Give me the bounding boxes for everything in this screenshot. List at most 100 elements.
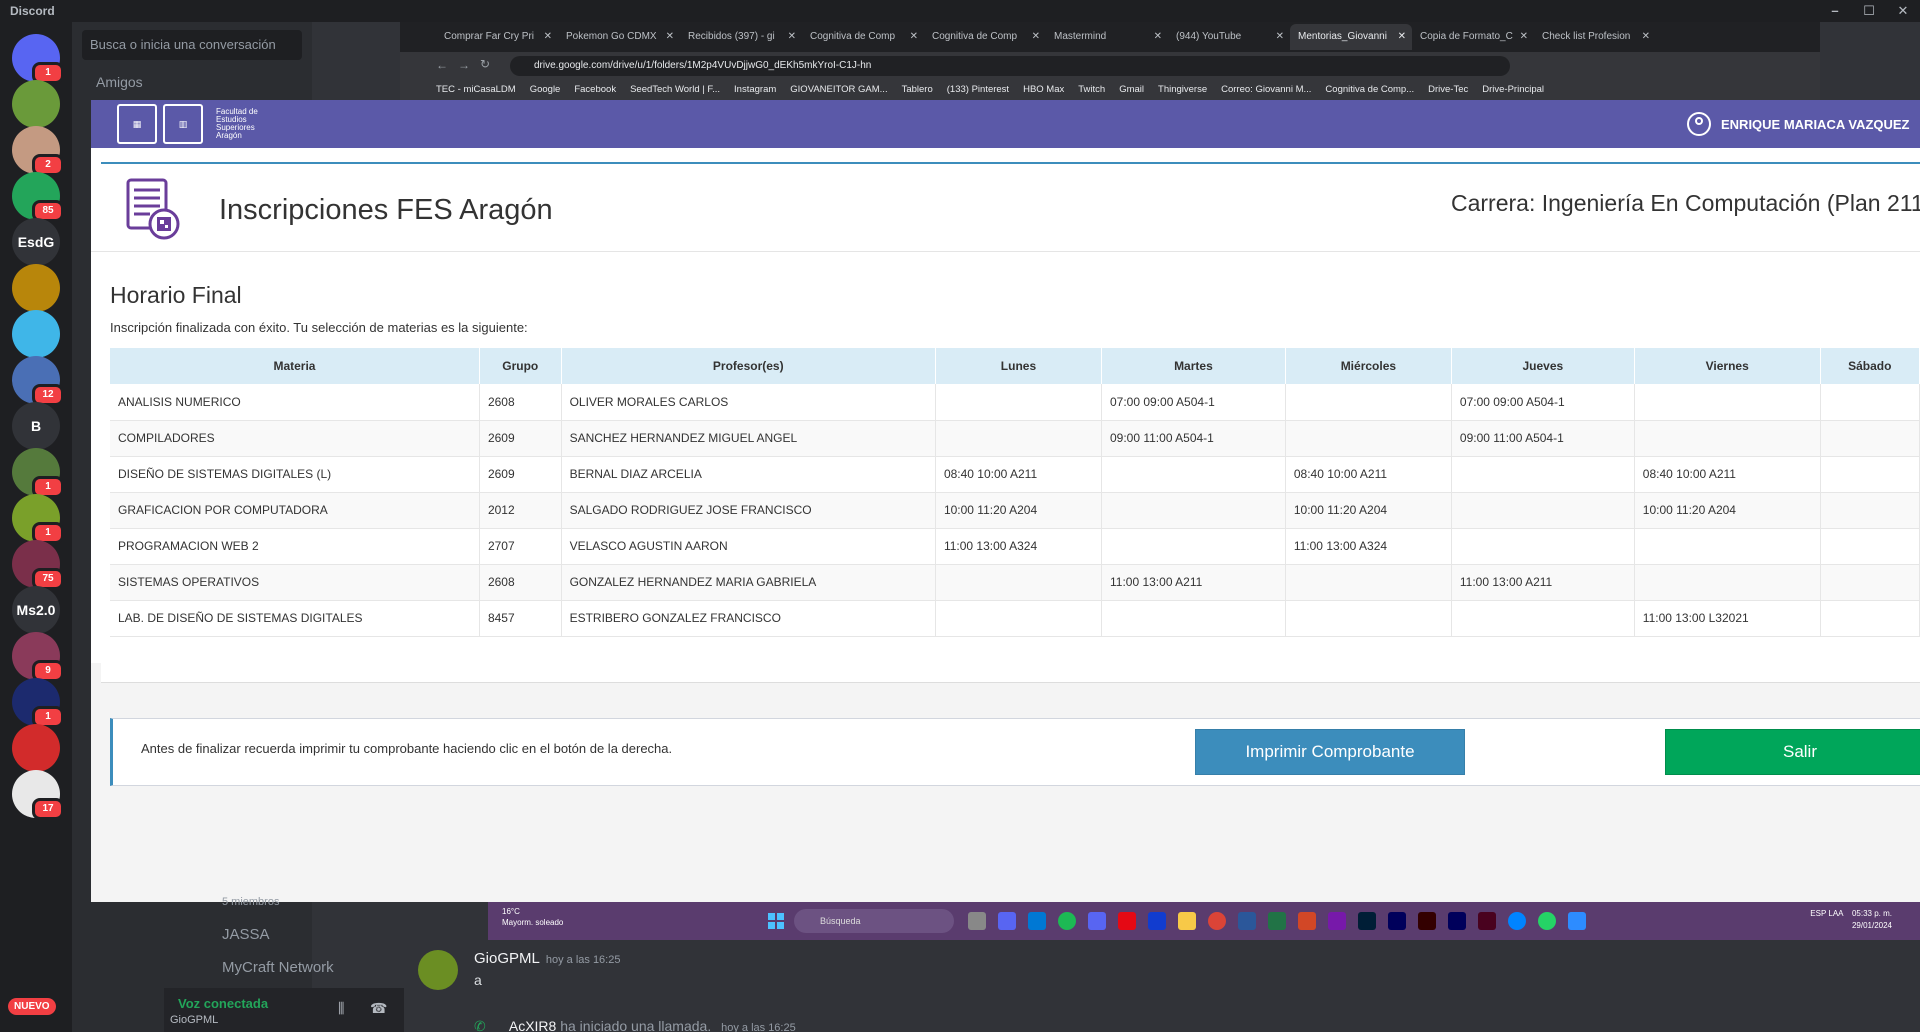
server-icon[interactable]: 9 xyxy=(12,632,64,682)
premiere-icon[interactable] xyxy=(1388,912,1406,930)
browser-tab[interactable]: Check list Profesion ✕ xyxy=(1534,24,1656,50)
server-icon[interactable] xyxy=(12,80,60,128)
browser-tab[interactable]: Copia de Formato_C ✕ xyxy=(1412,24,1534,50)
message-author[interactable]: GioGPML hoy a las 16:25 xyxy=(474,950,620,967)
discord-search-input[interactable]: Busca o inicia una conversación xyxy=(82,30,302,60)
after-effects-icon[interactable] xyxy=(1448,912,1466,930)
reload-icon[interactable]: ↻ xyxy=(480,57,490,71)
bookmark-link[interactable]: (133) Pinterest xyxy=(947,80,1009,100)
server-icon[interactable] xyxy=(12,310,60,358)
bookmark-link[interactable]: Correo: Giovanni M... xyxy=(1221,80,1311,100)
indesign-icon[interactable] xyxy=(1478,912,1496,930)
column-header: Martes xyxy=(1101,348,1286,384)
server-icon[interactable]: B xyxy=(12,402,60,450)
browser-tab[interactable]: Cognitiva de Comp ✕ xyxy=(924,24,1046,50)
close-tab-icon[interactable]: ✕ xyxy=(1032,24,1040,50)
call-user[interactable]: AcXIR8 xyxy=(509,1018,556,1032)
server-icon[interactable] xyxy=(12,264,60,312)
server-icon[interactable]: 1 xyxy=(12,678,64,728)
bookmark-link[interactable]: Drive-Principal xyxy=(1482,80,1544,100)
close-tab-icon[interactable]: ✕ xyxy=(1642,24,1650,50)
disconnect-icon[interactable]: ☎ xyxy=(370,1000,387,1017)
close-tab-icon[interactable]: ✕ xyxy=(666,24,674,50)
print-receipt-button[interactable]: Imprimir Comprobante xyxy=(1195,729,1465,775)
onenote-icon[interactable] xyxy=(1328,912,1346,930)
server-icon[interactable]: EsdG xyxy=(12,218,60,266)
minimize-icon[interactable]: – xyxy=(1818,0,1852,22)
close-tab-icon[interactable]: ✕ xyxy=(1154,24,1162,50)
server-icon[interactable]: 17 xyxy=(12,770,64,820)
mail-icon[interactable] xyxy=(1028,912,1046,930)
chrome-icon[interactable] xyxy=(1208,912,1226,930)
bookmark-link[interactable]: GIOVANEITOR GAM... xyxy=(790,80,887,100)
friends-link[interactable]: Amigos xyxy=(96,74,143,90)
weather-widget[interactable]: 16°C Mayorm. soleado xyxy=(502,906,563,928)
bookmark-link[interactable]: Thingiverse xyxy=(1158,80,1207,100)
bookmark-link[interactable]: Cognitiva de Comp... xyxy=(1325,80,1414,100)
browser-tab[interactable]: Cognitiva de Comp ✕ xyxy=(802,24,924,50)
server-icon[interactable]: 85 xyxy=(12,172,64,222)
server-icon[interactable]: Ms2.0 xyxy=(12,586,60,634)
close-tab-icon[interactable]: ✕ xyxy=(910,24,918,50)
address-bar[interactable]: drive.google.com/drive/u/1/folders/1M2p4… xyxy=(510,56,1510,76)
server-icon[interactable] xyxy=(12,724,60,772)
voice-waveform-icon[interactable]: ⫼ xyxy=(338,1000,344,1017)
disney-icon[interactable] xyxy=(1148,912,1166,930)
exit-button[interactable]: Salir xyxy=(1665,729,1920,775)
close-tab-icon[interactable]: ✕ xyxy=(1520,24,1528,50)
channel-mycraft[interactable]: MyCraft Network xyxy=(222,959,334,976)
browser-tab[interactable]: Pokemon Go CDMX ✕ xyxy=(558,24,680,50)
bookmark-link[interactable]: Twitch xyxy=(1078,80,1105,100)
close-tab-icon[interactable]: ✕ xyxy=(1276,24,1284,50)
forward-icon[interactable]: → xyxy=(458,58,470,72)
server-icon[interactable]: 1 xyxy=(12,34,64,84)
discord-icon[interactable] xyxy=(998,912,1016,930)
zoom-icon[interactable] xyxy=(1568,912,1586,930)
message-username[interactable]: GioGPML xyxy=(474,950,540,967)
browser-tab[interactable]: (944) YouTube ✕ xyxy=(1168,24,1290,50)
user-menu[interactable]: ENRIQUE MARIACA VAZQUEZ xyxy=(1687,112,1910,136)
server-icon[interactable]: 1 xyxy=(12,494,64,544)
bookmark-link[interactable]: HBO Max xyxy=(1023,80,1064,100)
windows-start-icon[interactable] xyxy=(768,913,784,929)
close-tab-icon[interactable]: ✕ xyxy=(544,24,552,50)
bookmark-link[interactable]: Instagram xyxy=(734,80,776,100)
system-tray[interactable]: ESP LAA 05:33 p. m. 29/01/2024 xyxy=(1810,908,1892,932)
folder-icon[interactable] xyxy=(1178,912,1196,930)
back-icon[interactable]: ← xyxy=(436,58,448,72)
bookmark-link[interactable]: Gmail xyxy=(1119,80,1144,100)
server-icon[interactable]: 2 xyxy=(12,126,64,176)
server-icon[interactable]: 75 xyxy=(12,540,64,590)
bookmark-link[interactable]: TEC - miCasaLDM xyxy=(436,80,516,100)
illustrator-icon[interactable] xyxy=(1418,912,1436,930)
spotify-icon[interactable] xyxy=(1058,912,1076,930)
photoshop-icon[interactable] xyxy=(1358,912,1376,930)
close-tab-icon[interactable]: ✕ xyxy=(1398,24,1406,50)
browser-tab[interactable]: Mentorias_Giovanni ✕ xyxy=(1290,24,1412,50)
excel-icon[interactable] xyxy=(1268,912,1286,930)
bookmark-link[interactable]: Google xyxy=(530,80,561,100)
server-icon[interactable]: 1 xyxy=(12,448,64,498)
discord-app-icon[interactable] xyxy=(1088,912,1106,930)
close-tab-icon[interactable]: ✕ xyxy=(788,24,796,50)
bookmark-link[interactable]: Tablero xyxy=(902,80,933,100)
bookmark-link[interactable]: Drive-Tec xyxy=(1428,80,1468,100)
task-view-icon[interactable] xyxy=(968,912,986,930)
browser-tab[interactable]: Mastermind ✕ xyxy=(1046,24,1168,50)
server-icon[interactable]: 12 xyxy=(12,356,64,406)
browser-tab[interactable]: Comprar Far Cry Pri ✕ xyxy=(436,24,558,50)
word-icon[interactable] xyxy=(1238,912,1256,930)
avatar[interactable] xyxy=(418,950,458,990)
close-icon[interactable]: ✕ xyxy=(1886,0,1920,22)
bookmark-link[interactable]: Facebook xyxy=(574,80,616,100)
taskbar-search[interactable]: Búsqueda xyxy=(794,909,954,933)
messenger-icon[interactable] xyxy=(1508,912,1526,930)
maximize-icon[interactable]: ☐ xyxy=(1852,0,1886,22)
netflix-icon[interactable] xyxy=(1118,912,1136,930)
table-cell: 07:00 09:00 A504-1 xyxy=(1451,384,1635,421)
powerpoint-icon[interactable] xyxy=(1298,912,1316,930)
whatsapp-icon[interactable] xyxy=(1538,912,1556,930)
channel-jassa[interactable]: JASSA xyxy=(222,926,334,943)
bookmark-link[interactable]: SeedTech World | F... xyxy=(630,80,720,100)
browser-tab[interactable]: Recibidos (397) - gi ✕ xyxy=(680,24,802,50)
